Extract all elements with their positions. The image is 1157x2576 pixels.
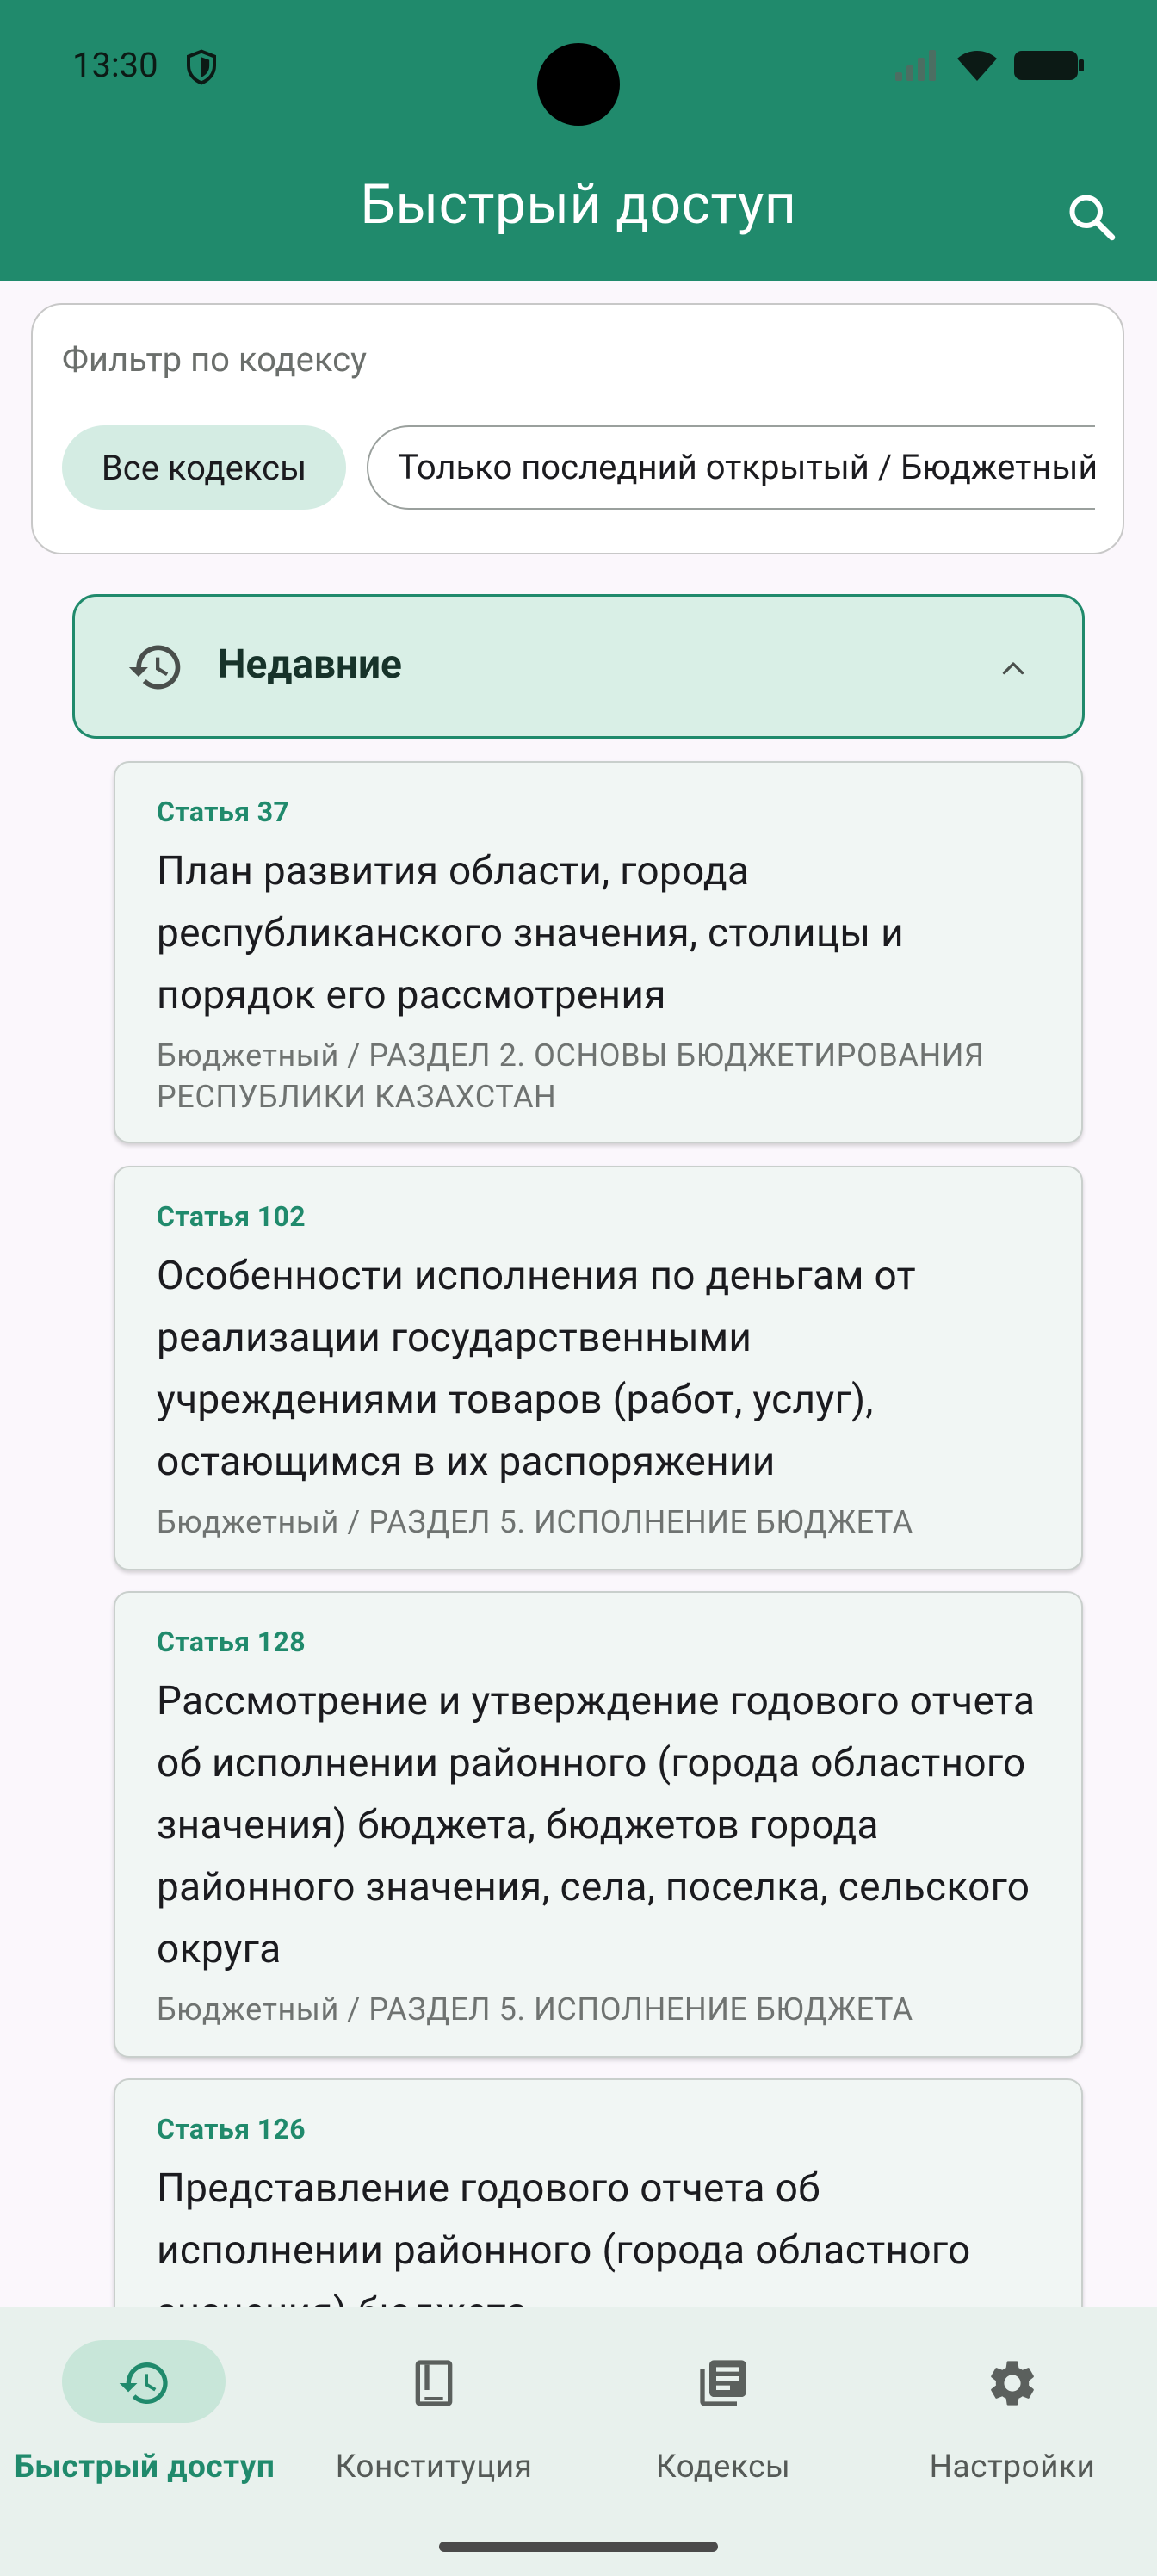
nav-label: Настройки [929,2449,1096,2486]
nav-label: Быстрый доступ [14,2449,275,2486]
app-bar: 13:30 Быстрый доступ [0,0,1157,281]
nav-constitution[interactable]: Конституция [289,2307,578,2523]
status-time: 13:30 [72,45,158,85]
code-filter-card: Фильтр по кодексу Все кодексы Только пос… [31,303,1124,554]
gear-icon [991,2361,1034,2406]
article-title: План развития области, города республика… [157,848,904,1019]
article-path: Бюджетный / РАЗДЕЛ 5. ИСПОЛНЕНИЕ БЮДЖЕТА [157,1504,913,1540]
article-card[interactable]: Статья 37 План развития области, города … [114,761,1083,1143]
status-icons [894,48,1085,83]
page-title: Быстрый доступ [360,172,797,237]
filter-label: Фильтр по кодексу [62,339,368,380]
nav-quick-access[interactable]: Быстрый доступ [0,2307,289,2523]
article-number: Статья 126 [157,2113,306,2146]
article-card[interactable]: Статья 128 Рассмотрение и утверждение го… [114,1591,1083,2058]
article-number: Статья 37 [157,796,290,828]
chip-last-opened[interactable]: Только последний открытый / Бюджетный [367,425,1095,510]
library-icon [700,2360,746,2406]
history-icon [119,2362,168,2404]
article-title: Рассмотрение и утверждение годового отче… [157,1678,1036,1972]
book-icon [415,2360,453,2406]
article-path: Бюджетный / РАЗДЕЛ 2. ОСНОВЫ БЮДЖЕТИРОВА… [157,1037,985,1115]
article-title: Представление годового отчета об исполне… [157,2165,971,2307]
article-card[interactable]: Статья 102 Особенности исполнения по ден… [114,1166,1083,1570]
nav-label: Кодексы [655,2449,791,2486]
article-title: Особенности исполнения по деньгам от реа… [157,1253,916,1485]
wifi-icon [957,51,997,81]
article-number: Статья 128 [157,1625,306,1658]
recent-article-list: Статья 37 План развития области, города … [0,749,1157,2307]
home-indicator[interactable] [439,2542,718,2552]
bottom-navigation: Быстрый доступ Конституция Кодексы Настр… [0,2307,1157,2576]
history-icon [128,645,181,690]
article-card[interactable]: Статья 126 Представление годового отчета… [114,2078,1083,2307]
article-path: Бюджетный / РАЗДЕЛ 5. ИСПОЛНЕНИЕ БЮДЖЕТА [157,1991,913,2028]
chevron-up-icon[interactable] [998,653,1029,684]
signal-icon [895,50,936,81]
article-number: Статья 102 [157,1200,306,1233]
nav-codes[interactable]: Кодексы [578,2307,868,2523]
section-title: Недавние [218,641,402,688]
battery-icon [1014,51,1084,80]
chip-all-codes[interactable]: Все кодексы [62,425,346,510]
shield-icon [187,49,216,85]
camera-cutout [537,43,620,126]
nav-label: Конституция [335,2449,533,2486]
search-icon[interactable] [1066,191,1117,243]
nav-settings[interactable]: Настройки [868,2307,1157,2523]
recent-section-header[interactable]: Недавние [72,594,1085,739]
